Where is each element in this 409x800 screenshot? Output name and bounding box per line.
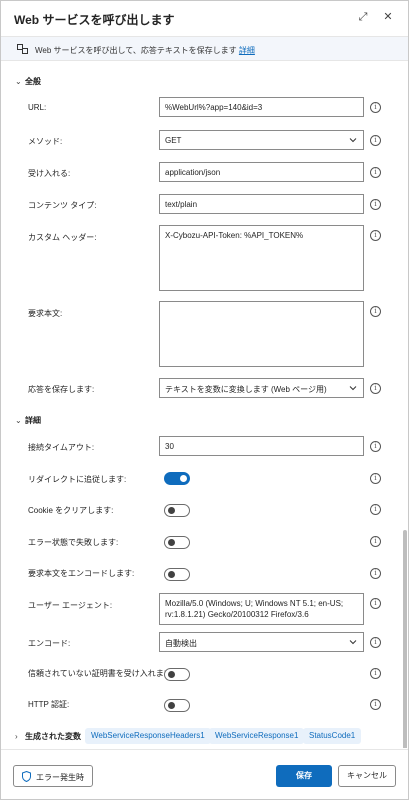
timeout-label: 接続タイムアウト: (28, 443, 95, 452)
chevron-down-icon (349, 640, 357, 645)
custom-headers-label: カスタム ヘッダー: (28, 233, 97, 242)
encode-body-label: 要求本文をエンコードします: (28, 569, 135, 578)
encoding-select[interactable]: 自動検出 (159, 632, 364, 652)
variable-pills: WebServiceResponseHeaders1 WebServiceRes… (85, 728, 405, 744)
clear-cookie-toggle[interactable] (164, 504, 190, 517)
clear-cookie-info-icon[interactable]: i (370, 504, 381, 515)
info-text: Web サービスを呼び出して、応答テキストを保存します 詳細 (35, 45, 255, 56)
content-type-info-icon[interactable]: i (370, 199, 381, 210)
accept-label: 受け入れる: (28, 169, 71, 178)
encoding-value: 自動検出 (165, 639, 197, 648)
fail-on-error-info-icon[interactable]: i (370, 536, 381, 547)
user-agent-info-icon[interactable]: i (370, 598, 381, 609)
variable-pill[interactable]: WebServiceResponseHeaders1 (85, 728, 211, 744)
untrusted-cert-toggle[interactable] (164, 668, 190, 681)
user-agent-input[interactable]: Mozilla/5.0 (Windows; U; Windows NT 5.1;… (159, 593, 364, 625)
generated-variables-header[interactable]: › 生成された変数 (15, 731, 81, 742)
encode-body-toggle[interactable] (164, 568, 190, 581)
clear-cookie-label: Cookie をクリアします: (28, 506, 114, 515)
url-label: URL: (28, 103, 47, 112)
request-body-label: 要求本文: (28, 309, 63, 318)
footer: エラー発生時 保存 キャンセル (1, 749, 408, 799)
request-body-textarea[interactable] (159, 301, 364, 367)
method-value: GET (165, 136, 182, 145)
user-agent-label: ユーザー エージェント: (28, 601, 113, 610)
chevron-down-icon: ⌄ (15, 77, 22, 86)
save-response-label: 応答を保存します: (28, 385, 95, 394)
shield-icon (22, 771, 31, 782)
method-info-icon[interactable]: i (370, 135, 381, 146)
http-auth-toggle[interactable] (164, 699, 190, 712)
accept-info-icon[interactable]: i (370, 167, 381, 178)
on-error-button[interactable]: エラー発生時 (13, 765, 93, 787)
dialog: Web サービスを呼び出します ⤢ ✕ Web サービスを呼び出して、応答テキス… (0, 0, 409, 800)
close-icon[interactable]: ✕ (380, 9, 396, 25)
custom-headers-textarea[interactable]: X-Cybozu-API-Token: %API_TOKEN% (159, 225, 364, 291)
encode-body-info-icon[interactable]: i (370, 568, 381, 579)
chevron-down-icon (349, 386, 357, 391)
on-error-label: エラー発生時 (36, 773, 84, 782)
save-response-info-icon[interactable]: i (370, 383, 381, 394)
general-heading: 全般 (25, 77, 41, 86)
encoding-info-icon[interactable]: i (370, 637, 381, 648)
dialog-title: Web サービスを呼び出します (14, 13, 175, 27)
restore-icon[interactable]: ⤢ (355, 9, 371, 25)
timeout-input[interactable]: 30 (159, 436, 364, 456)
request-body-info-icon[interactable]: i (370, 306, 381, 317)
url-info-icon[interactable]: i (370, 102, 381, 113)
save-response-select[interactable]: テキストを変数に変換します (Web ページ用) (159, 378, 364, 398)
title-bar: Web サービスを呼び出します ⤢ ✕ (1, 1, 408, 35)
chevron-right-icon: › (15, 732, 18, 741)
info-bar: Web サービスを呼び出して、応答テキストを保存します 詳細 (1, 36, 408, 61)
follow-redirect-label: リダイレクトに追従します: (28, 475, 127, 484)
scrollbar[interactable] (403, 530, 407, 748)
encoding-label: エンコード: (28, 639, 71, 648)
method-label: メソッド: (28, 137, 63, 146)
web-service-icon (17, 44, 28, 54)
follow-redirect-toggle[interactable] (164, 472, 190, 485)
info-description: Web サービスを呼び出して、応答テキストを保存します (35, 46, 237, 55)
follow-redirect-info-icon[interactable]: i (370, 473, 381, 484)
content-type-input[interactable]: text/plain (159, 194, 364, 214)
variable-pill[interactable]: StatusCode1 (303, 728, 362, 744)
untrusted-cert-label: 信頼されていない証明書を受け入れます: (28, 669, 174, 678)
http-auth-label: HTTP 認証: (28, 700, 70, 709)
details-link[interactable]: 詳細 (239, 46, 255, 55)
http-auth-info-icon[interactable]: i (370, 699, 381, 710)
method-select[interactable]: GET (159, 130, 364, 150)
timeout-info-icon[interactable]: i (370, 441, 381, 452)
general-section-header[interactable]: ⌄ 全般 (15, 76, 41, 87)
generated-heading: 生成された変数 (25, 732, 81, 741)
fail-on-error-label: エラー状態で失敗します: (28, 538, 119, 547)
chevron-down-icon (349, 138, 357, 143)
fail-on-error-toggle[interactable] (164, 536, 190, 549)
parameters-panel[interactable]: ⌄ 全般 URL: %WebUrl%?app=140&id=3 i メソッド: G… (1, 62, 408, 748)
save-button[interactable]: 保存 (276, 765, 332, 787)
custom-headers-info-icon[interactable]: i (370, 230, 381, 241)
details-heading: 詳細 (25, 416, 41, 425)
cancel-button[interactable]: キャンセル (338, 765, 396, 787)
url-input[interactable]: %WebUrl%?app=140&id=3 (159, 97, 364, 117)
content-type-label: コンテンツ タイプ: (28, 201, 97, 210)
details-section-header[interactable]: ⌄ 詳細 (15, 415, 41, 426)
accept-input[interactable]: application/json (159, 162, 364, 182)
save-response-value: テキストを変数に変換します (Web ページ用) (165, 385, 327, 394)
chevron-down-icon: ⌄ (15, 416, 22, 425)
variable-pill[interactable]: WebServiceResponse1 (209, 728, 305, 744)
untrusted-cert-info-icon[interactable]: i (370, 668, 381, 679)
